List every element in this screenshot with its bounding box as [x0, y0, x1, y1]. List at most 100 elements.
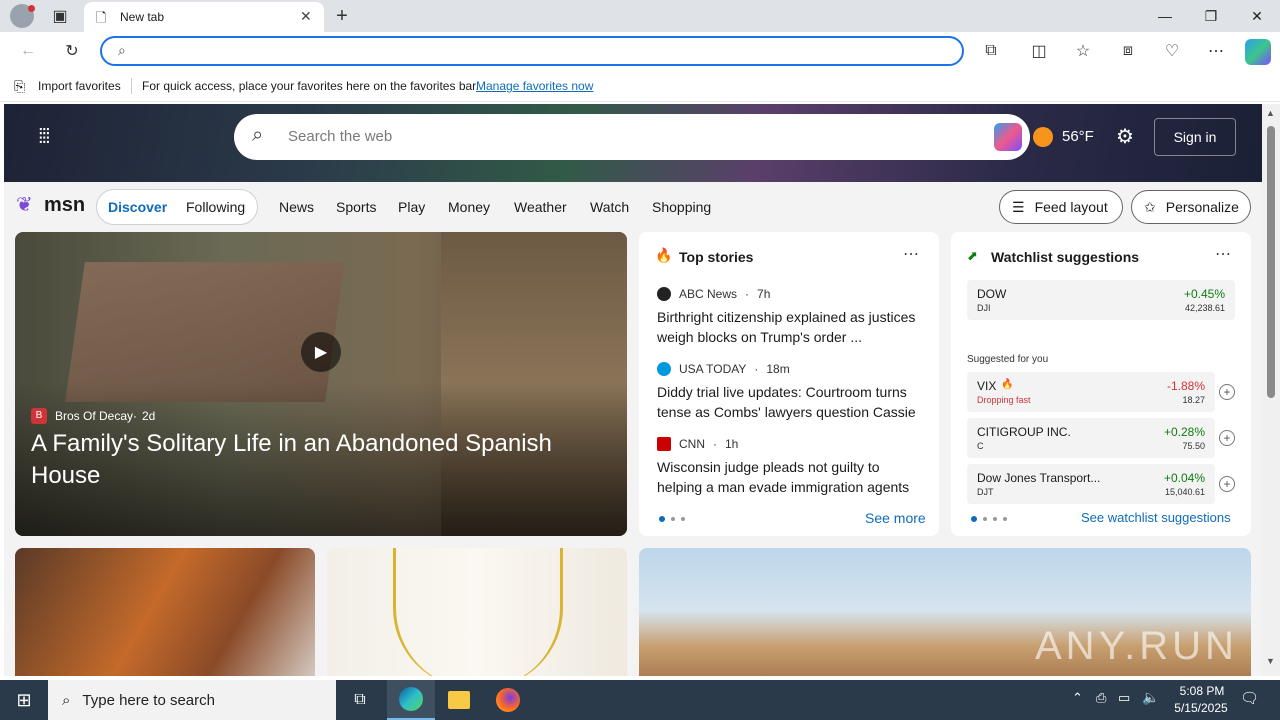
close-window-icon[interactable]: ✕: [1234, 0, 1280, 32]
feed-layout-button[interactable]: ☰ Feed layout: [999, 190, 1123, 224]
house-image: [65, 262, 345, 402]
split-screen-icon[interactable]: ◫: [1025, 37, 1053, 65]
personalize-button[interactable]: ✩ Personalize: [1131, 190, 1251, 224]
see-watchlist-link[interactable]: See watchlist suggestions: [1081, 510, 1231, 525]
taskbar-explorer-app[interactable]: [435, 680, 483, 720]
import-favorites-link[interactable]: Import favorites: [38, 79, 121, 93]
taskbar-firefox-app[interactable]: [484, 680, 532, 720]
refresh-icon[interactable]: ↻: [58, 37, 86, 65]
tray-chevron-icon[interactable]: ⌃: [1072, 690, 1083, 706]
more-options-icon[interactable]: ⋯: [1215, 244, 1231, 264]
scroll-up-icon[interactable]: ▲: [1266, 108, 1275, 118]
new-tab-icon[interactable]: +: [328, 2, 356, 30]
watchlist-card: ⬈ Watchlist suggestions ⋯ DOW DJI +0.45%…: [951, 232, 1251, 536]
story-headline-2[interactable]: Diddy trial live updates: Courtroom turn…: [657, 382, 925, 422]
add-to-watchlist-icon[interactable]: +: [1219, 430, 1235, 446]
carousel-dots[interactable]: [659, 516, 685, 522]
story-card-image-2[interactable]: [327, 548, 627, 676]
sign-in-button[interactable]: Sign in: [1154, 118, 1236, 156]
source-logo-icon: B: [31, 408, 47, 424]
msn-butterfly-icon: ❦: [16, 194, 33, 216]
profile-badge-icon: [28, 5, 35, 12]
windows-start-icon[interactable]: ⊞: [0, 680, 48, 720]
stock-row-1[interactable]: VIX 🔥 Dropping fast -1.88% 18.27 +: [967, 372, 1235, 412]
taskbar-search[interactable]: ⌕ Type here to search: [48, 680, 336, 720]
back-icon[interactable]: ←: [14, 37, 42, 65]
more-options-icon[interactable]: ⋯: [903, 244, 919, 264]
nav-money[interactable]: Money: [448, 199, 490, 215]
weather-sun-icon: [1033, 127, 1053, 147]
scrollbar-thumb[interactable]: [1267, 126, 1275, 398]
copilot-icon[interactable]: [1245, 39, 1271, 65]
task-view-icon[interactable]: ⧉: [336, 680, 384, 720]
nav-shopping[interactable]: Shopping: [652, 199, 711, 215]
add-to-watchlist-icon[interactable]: +: [1219, 384, 1235, 400]
nav-weather[interactable]: Weather: [514, 199, 567, 215]
nav-sports[interactable]: Sports: [336, 199, 376, 215]
necklace-image: [393, 548, 563, 676]
sliders-icon: ☰: [1012, 198, 1025, 215]
notifications-icon[interactable]: 🗨: [1240, 689, 1259, 707]
see-more-link[interactable]: See more: [865, 510, 926, 526]
story-headline-3[interactable]: Wisconsin judge pleads not guilty to hel…: [657, 457, 925, 497]
feature-headline[interactable]: A Family's Solitary Life in an Abandoned…: [31, 428, 591, 492]
tray-device-icon[interactable]: ⎙: [1096, 690, 1106, 706]
story-source-3: CNN · 1h: [657, 437, 738, 451]
restore-icon[interactable]: ❐: [1188, 0, 1234, 32]
address-input[interactable]: [148, 42, 848, 60]
story-card-image-1[interactable]: [15, 548, 315, 676]
feature-story-card[interactable]: ▶ B Bros Of Decay · 2d A Family's Solita…: [15, 232, 627, 536]
copilot-search-icon[interactable]: [994, 123, 1022, 151]
flame-icon: 🔥: [655, 247, 673, 263]
fire-icon: 🔥: [1001, 379, 1014, 390]
tab-discover[interactable]: Discover: [108, 199, 167, 215]
carousel-dots[interactable]: [971, 516, 1007, 522]
close-tab-icon[interactable]: ✕: [300, 8, 312, 25]
search-icon: ⌕: [118, 42, 126, 58]
collections-icon[interactable]: ⧈: [1114, 37, 1142, 65]
network-icon[interactable]: ▭: [1118, 690, 1130, 706]
address-bar[interactable]: ⌕: [100, 36, 964, 66]
more-menu-icon[interactable]: ⋯: [1202, 37, 1230, 65]
settings-gear-icon[interactable]: ⚙: [1116, 124, 1134, 149]
extensions-icon[interactable]: ⧉: [977, 37, 1005, 65]
divider: [131, 78, 132, 94]
import-icon: ⎘: [14, 78, 26, 94]
stock-row-main[interactable]: DOW DJI +0.45% 42,238.61: [967, 280, 1235, 320]
clock-date[interactable]: 5/15/2025: [1166, 701, 1236, 715]
folder-icon: [448, 691, 470, 709]
add-to-watchlist-icon[interactable]: +: [1219, 476, 1235, 492]
taskbar-search-placeholder: Type here to search: [82, 691, 215, 709]
weather-temp[interactable]: 56°F: [1062, 128, 1094, 145]
browser-tab[interactable]: 🗋 New tab ✕: [84, 2, 324, 32]
tab-actions-icon[interactable]: ▣: [46, 2, 74, 30]
clock-time[interactable]: 5:08 PM: [1172, 684, 1232, 698]
story-headline-1[interactable]: Birthright citizenship explained as just…: [657, 307, 925, 347]
taskbar-edge-app[interactable]: [387, 680, 435, 720]
manage-favorites-link[interactable]: Manage favorites now: [476, 79, 593, 93]
play-video-icon[interactable]: ▶: [301, 332, 341, 372]
edge-icon: [399, 687, 423, 711]
nav-news[interactable]: News: [279, 199, 314, 215]
top-stories-card: 🔥 Top stories ⋯ ABC News · 7h Birthright c…: [639, 232, 939, 536]
feature-source: Bros Of Decay: [55, 409, 134, 423]
tab-title: New tab: [120, 10, 165, 24]
story-card-image-3[interactable]: ANY.RUN: [639, 548, 1251, 676]
scroll-down-icon[interactable]: ▼: [1266, 656, 1275, 666]
page-scrollbar[interactable]: ▲ ▼: [1262, 104, 1280, 676]
tab-following[interactable]: Following: [186, 199, 245, 215]
volume-icon[interactable]: 🔈: [1142, 689, 1159, 706]
performance-icon[interactable]: ♡: [1158, 37, 1186, 65]
web-search-box[interactable]: ⌕ Search the web: [234, 114, 1030, 160]
nav-play[interactable]: Play: [398, 199, 425, 215]
apps-grid-icon[interactable]: ⁞⁞⁞: [38, 126, 51, 149]
feature-age: 2d: [142, 409, 156, 423]
msn-logo[interactable]: msn: [44, 194, 85, 217]
stock-row-3[interactable]: Dow Jones Transport... DJT +0.04% 15,040…: [967, 464, 1235, 504]
minimize-icon[interactable]: —: [1142, 0, 1188, 32]
nav-watch[interactable]: Watch: [590, 199, 629, 215]
favorites-icon[interactable]: ☆: [1069, 37, 1097, 65]
firefox-icon: [496, 688, 520, 712]
stock-row-2[interactable]: CITIGROUP INC. C +0.28% 75.50 +: [967, 418, 1235, 458]
trend-up-icon: ⬈: [967, 248, 978, 263]
